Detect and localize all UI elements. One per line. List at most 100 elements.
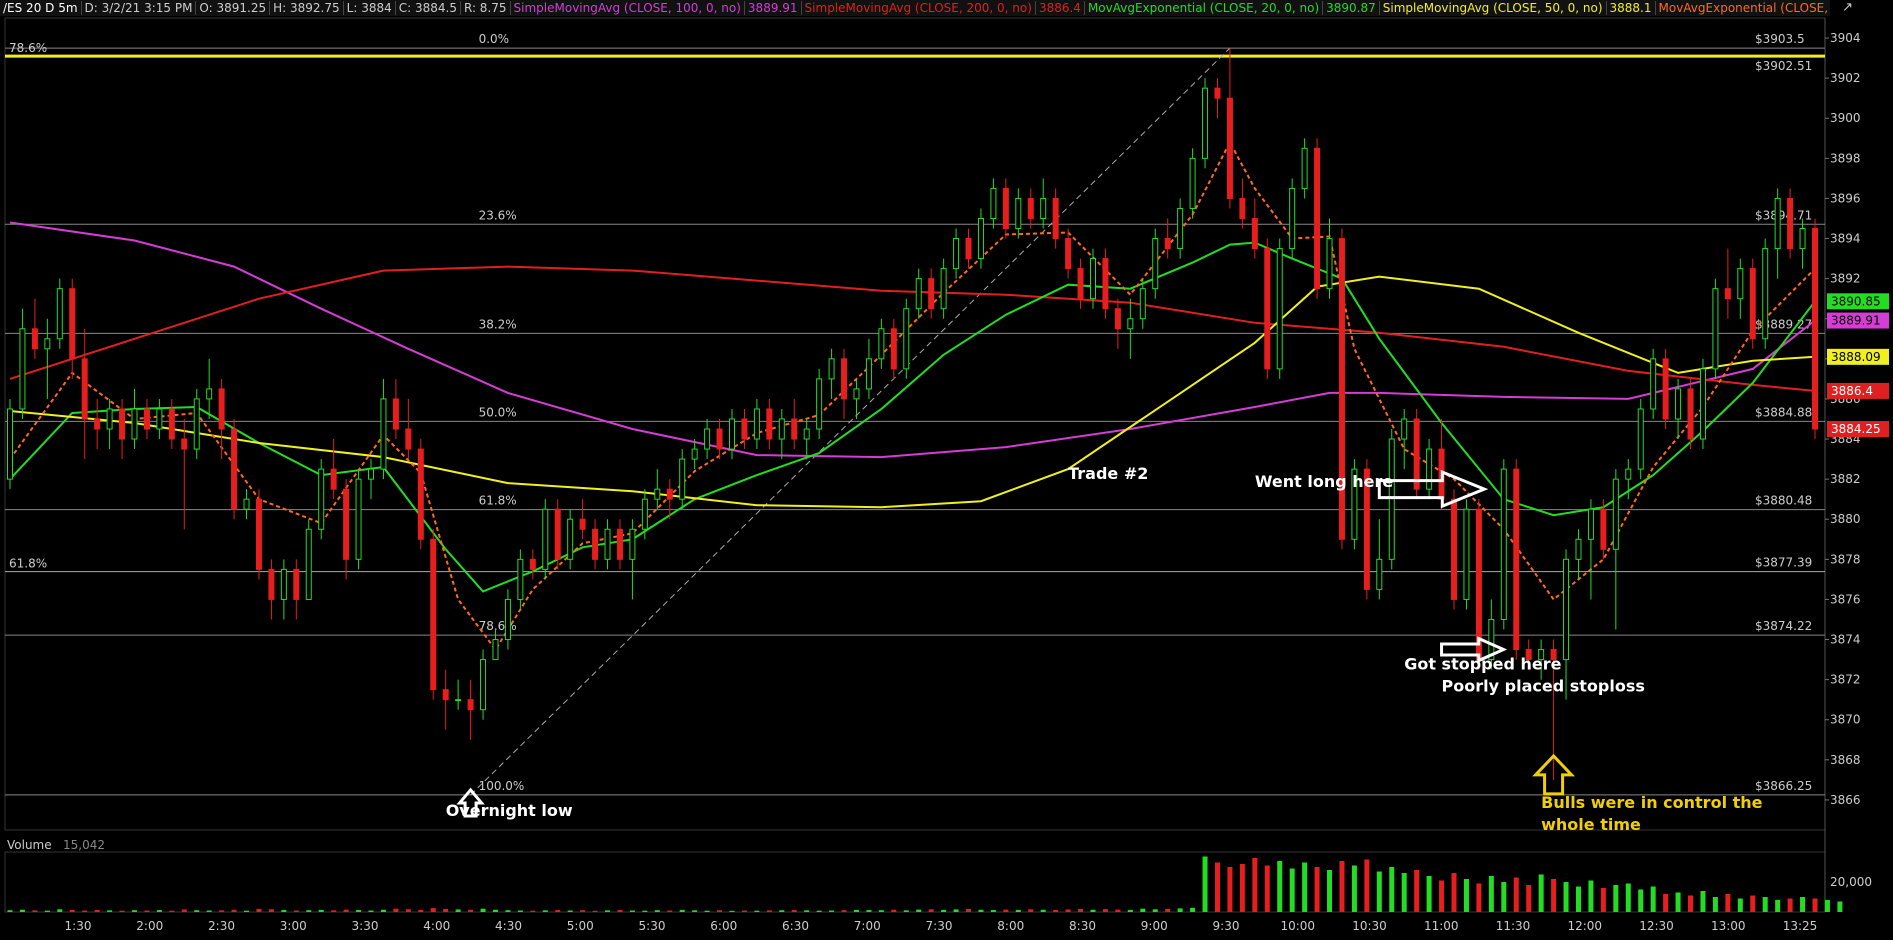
volume-bar bbox=[7, 910, 13, 912]
x-tick-label: 6:30 bbox=[782, 919, 809, 933]
volume-bar bbox=[181, 909, 187, 912]
candle-body bbox=[1114, 308, 1121, 330]
volume-bar bbox=[878, 910, 884, 912]
candle-body bbox=[729, 418, 735, 450]
volume-bar bbox=[1513, 877, 1519, 912]
volume-bar bbox=[443, 909, 449, 912]
x-tick-label: 8:00 bbox=[997, 919, 1024, 933]
x-tick-label: 5:30 bbox=[639, 919, 666, 933]
y-tick-label: 3882 bbox=[1830, 472, 1861, 486]
candle-body bbox=[1600, 508, 1607, 550]
candle-body bbox=[330, 468, 337, 490]
x-tick-label: 8:30 bbox=[1069, 919, 1096, 933]
candle-body bbox=[293, 568, 300, 600]
volume-bar bbox=[1227, 867, 1233, 912]
candle-body bbox=[343, 488, 350, 560]
candle-body bbox=[168, 408, 175, 440]
candle-body bbox=[741, 418, 748, 440]
chart-root: /ES 20 D 5m D: 3/2/21 3:15 PM O: 3891.25… bbox=[0, 0, 1893, 940]
volume-bar bbox=[966, 909, 972, 912]
candle-body bbox=[480, 659, 487, 711]
candle-body bbox=[243, 498, 250, 510]
candle-body bbox=[1338, 238, 1345, 540]
volume-bar bbox=[829, 910, 835, 912]
candle-body bbox=[1264, 248, 1271, 370]
candle-body bbox=[940, 268, 947, 310]
volume-bar bbox=[1040, 909, 1046, 912]
x-tick-label: 9:00 bbox=[1141, 919, 1168, 933]
volume-bar bbox=[1588, 880, 1594, 912]
volume-bar bbox=[418, 909, 424, 912]
volume-bar bbox=[717, 910, 723, 912]
candle-body bbox=[181, 438, 188, 450]
fib-price-label: $3874.22 bbox=[1755, 619, 1812, 633]
candle-body bbox=[903, 308, 910, 370]
level-price-label: $3877.39 bbox=[1755, 556, 1812, 570]
candle-body bbox=[492, 639, 499, 661]
candle-body bbox=[604, 528, 611, 560]
volume-bar bbox=[866, 910, 872, 912]
annotation-label: whole time bbox=[1541, 815, 1641, 834]
candle-body bbox=[965, 238, 972, 260]
volume-bar bbox=[1214, 862, 1220, 912]
x-tick-label: 5:00 bbox=[567, 919, 594, 933]
volume-bar bbox=[1351, 865, 1357, 912]
volume-bar bbox=[480, 908, 486, 912]
candle-body bbox=[430, 538, 437, 691]
volume-bar bbox=[1750, 895, 1756, 912]
candle-body bbox=[1289, 187, 1296, 250]
candle-body bbox=[691, 448, 698, 460]
volume-bar bbox=[1688, 895, 1694, 912]
candle-body bbox=[1164, 238, 1171, 250]
x-tick-label: 10:30 bbox=[1352, 919, 1387, 933]
volume-bar bbox=[1414, 870, 1420, 912]
volume-bar bbox=[293, 910, 299, 912]
candle-body bbox=[666, 488, 673, 500]
fib-pct-label: 78.6% bbox=[479, 619, 517, 633]
candle-body bbox=[1189, 157, 1196, 209]
x-tick-label: 9:30 bbox=[1213, 919, 1240, 933]
volume-bar bbox=[555, 910, 561, 912]
candle-body bbox=[106, 408, 113, 430]
x-tick-label: 11:30 bbox=[1496, 919, 1531, 933]
volume-bar bbox=[1277, 861, 1283, 912]
candle-body bbox=[131, 408, 138, 440]
volume-bar bbox=[605, 910, 611, 912]
volume-bar bbox=[580, 910, 586, 912]
candle-body bbox=[616, 528, 623, 560]
volume-bar bbox=[1090, 909, 1096, 912]
y-tick-label: 3872 bbox=[1830, 673, 1861, 687]
candle-body bbox=[193, 398, 200, 450]
candle-body bbox=[1426, 448, 1433, 490]
volume-bar bbox=[331, 910, 337, 912]
candle-body bbox=[542, 508, 549, 570]
candle-body bbox=[380, 398, 387, 470]
volume-bar bbox=[1152, 909, 1158, 912]
price-chart[interactable]: 3866 3868 3870 3872 3874 3876 3878 3880 3882 3884… bbox=[0, 0, 1893, 940]
volume-bar bbox=[1190, 907, 1196, 912]
volume-bar bbox=[853, 909, 859, 912]
x-tick-label: 2:30 bbox=[208, 919, 235, 933]
y-tick-label: 3904 bbox=[1830, 31, 1861, 45]
volume-bar bbox=[505, 910, 511, 912]
volume-bar bbox=[629, 910, 635, 912]
volume-bar bbox=[1127, 909, 1133, 912]
candle-body bbox=[791, 418, 798, 440]
volume-bar bbox=[306, 910, 312, 912]
fib-price-label: $3894.71 bbox=[1755, 208, 1812, 222]
x-tick-label: 10:00 bbox=[1280, 919, 1315, 933]
volume-bar bbox=[194, 910, 200, 912]
y-tick-label: 3874 bbox=[1830, 633, 1861, 647]
volume-bar bbox=[916, 909, 922, 912]
volume-bar bbox=[1426, 876, 1432, 912]
volume-bar bbox=[1327, 870, 1333, 912]
volume-bar bbox=[1463, 879, 1469, 912]
x-tick-label: 13:00 bbox=[1711, 919, 1746, 933]
candle-body bbox=[977, 217, 984, 260]
volume-bar bbox=[741, 910, 747, 912]
candle-body bbox=[1376, 558, 1383, 590]
annotation-label: Bulls were in control the bbox=[1541, 793, 1763, 812]
candle-body bbox=[504, 598, 511, 641]
candle-body bbox=[268, 568, 275, 600]
volume-bar bbox=[1252, 858, 1258, 912]
